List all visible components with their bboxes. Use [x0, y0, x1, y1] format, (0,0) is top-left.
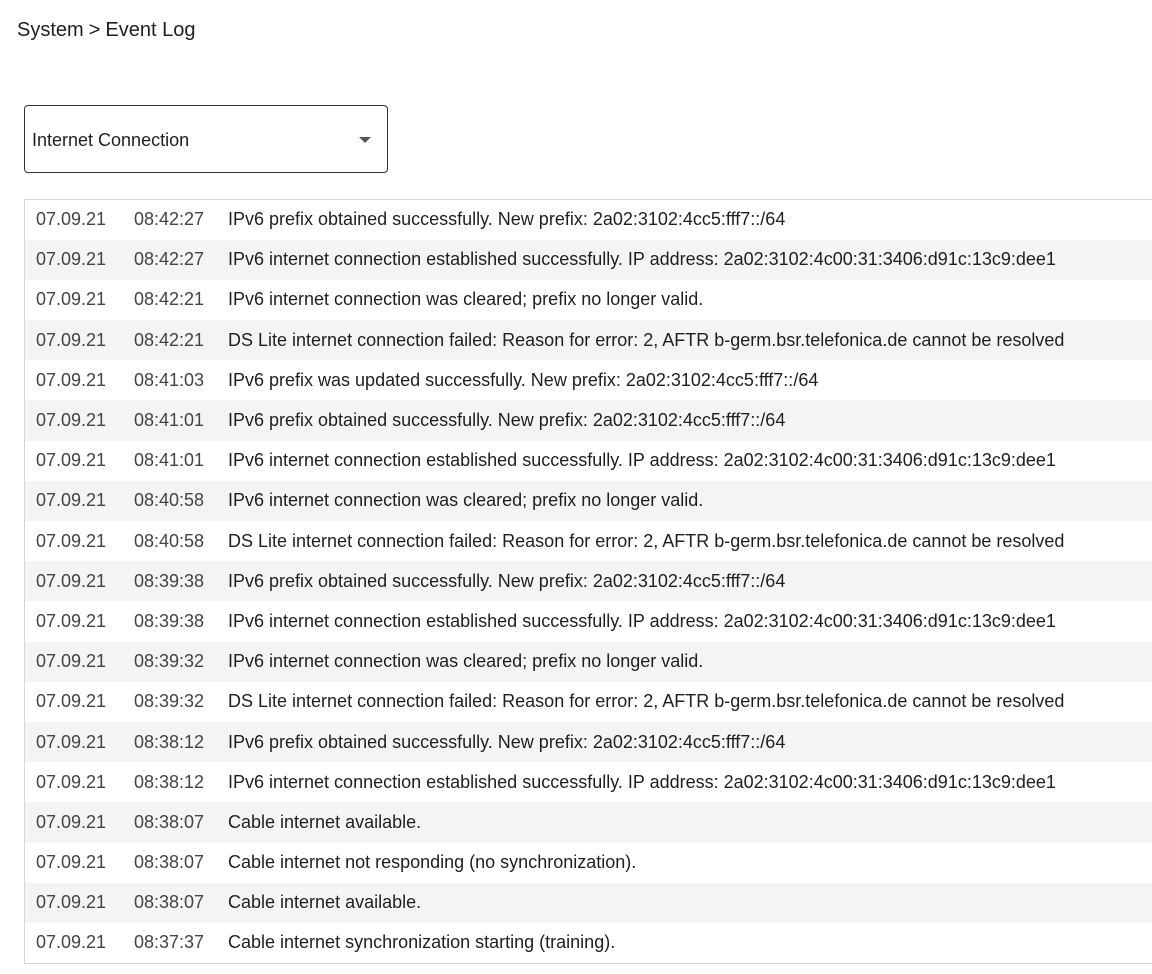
- log-date: 07.09.21: [36, 691, 107, 712]
- log-date: 07.09.21: [36, 209, 107, 230]
- log-time: 08:38:12: [134, 771, 205, 792]
- log-date: 07.09.21: [36, 651, 107, 672]
- log-row: 07.09.21 08:42:27 IPv6 prefix obtained suc…: [25, 200, 1152, 240]
- log-time: 08:39:32: [134, 651, 205, 672]
- log-date: 07.09.21: [36, 932, 107, 953]
- log-date: 07.09.21: [36, 610, 107, 631]
- log-time: 08:38:07: [134, 852, 205, 873]
- breadcrumb: System > Event Log: [17, 17, 195, 43]
- breadcrumb-current: Event Log: [105, 19, 196, 41]
- log-row: 07.09.21 08:39:32 DS Lite internet connect…: [25, 682, 1152, 722]
- log-date: 07.09.21: [36, 410, 107, 431]
- log-row: 07.09.21 08:38:12 IPv6 prefix obtained suc…: [24, 721, 1152, 763]
- log-row: 07.09.21 08:40:58 DS Lite internet connect…: [25, 521, 1152, 561]
- log-message: DS Lite internet connection failed: Reas…: [228, 530, 1065, 551]
- log-date: 07.09.21: [36, 490, 107, 511]
- log-message: IPv6 internet connection was cleared; pr…: [228, 289, 704, 310]
- log-time: 08:41:01: [134, 410, 205, 431]
- event-filter-value: Internet Connection: [32, 130, 190, 150]
- log-date: 07.09.21: [36, 450, 107, 471]
- log-time: 08:38:12: [134, 731, 205, 752]
- log-date: 07.09.21: [36, 289, 107, 310]
- event-filter-dropdown[interactable]: Internet Connection: [24, 105, 388, 173]
- log-time: 08:40:58: [134, 530, 205, 551]
- log-time: 08:41:03: [134, 369, 205, 390]
- log-date: 07.09.21: [36, 329, 107, 350]
- log-time: 08:42:27: [134, 249, 205, 270]
- log-message: IPv6 prefix obtained successfully. New p…: [228, 731, 786, 752]
- log-time: 08:38:07: [134, 811, 205, 832]
- log-date: 07.09.21: [36, 811, 107, 832]
- breadcrumb-separator: >: [88, 19, 101, 41]
- log-row: 07.09.21 08:38:07 Cable internet available…: [24, 882, 1152, 923]
- log-time: 08:39:32: [134, 691, 205, 712]
- log-row: 07.09.21 08:39:32 IPv6 internet connection…: [24, 641, 1152, 682]
- log-date: 07.09.21: [36, 249, 107, 270]
- log-message: IPv6 prefix was updated successfully. Ne…: [228, 369, 819, 390]
- log-date: 07.09.21: [36, 369, 107, 390]
- log-message: DS Lite internet connection failed: Reas…: [228, 329, 1065, 350]
- event-log-body: 07.09.21 08:42:27 IPv6 prefix obtained suc…: [24, 200, 1152, 964]
- log-date: 07.09.21: [36, 731, 107, 752]
- log-time: 08:42:21: [134, 329, 205, 350]
- log-row: 07.09.21 08:38:12 IPv6 internet connection…: [25, 762, 1152, 802]
- log-date: 07.09.21: [36, 570, 107, 591]
- log-message: IPv6 internet connection established suc…: [228, 771, 1056, 792]
- log-message: IPv6 prefix obtained successfully. New p…: [228, 209, 786, 230]
- log-row: 07.09.21 08:42:27 IPv6 internet connection…: [24, 239, 1152, 280]
- log-time: 08:41:01: [134, 450, 205, 471]
- log-time: 08:39:38: [134, 610, 205, 631]
- caret-down-icon: [359, 137, 371, 143]
- log-message: IPv6 internet connection established suc…: [228, 610, 1056, 631]
- log-row: 07.09.21 08:41:01 IPv6 internet connection…: [25, 441, 1152, 481]
- event-log-table: 07.09.21 08:42:27 IPv6 prefix obtained suc…: [24, 199, 1152, 964]
- log-row: 07.09.21 08:42:21 IPv6 internet connection…: [25, 280, 1152, 320]
- log-message: IPv6 internet connection was cleared; pr…: [228, 490, 704, 511]
- log-row: 07.09.21 08:40:58 IPv6 internet connection…: [24, 480, 1152, 521]
- log-message: IPv6 prefix obtained successfully. New p…: [228, 570, 786, 591]
- log-message: IPv6 internet connection was cleared; pr…: [228, 651, 704, 672]
- log-message: IPv6 prefix obtained successfully. New p…: [228, 410, 786, 431]
- log-date: 07.09.21: [36, 852, 107, 873]
- log-row: 07.09.21 08:37:37 Cable internet synchroni…: [25, 923, 1152, 963]
- log-time: 08:37:37: [134, 932, 205, 953]
- log-date: 07.09.21: [36, 771, 107, 792]
- log-row: 07.09.21 08:39:38 IPv6 prefix obtained suc…: [24, 561, 1152, 602]
- log-time: 08:40:58: [134, 490, 205, 511]
- log-message: Cable internet available.: [228, 892, 422, 913]
- log-date: 07.09.21: [36, 530, 107, 551]
- breadcrumb-parent-link[interactable]: System: [17, 19, 84, 41]
- log-date: 07.09.21: [36, 892, 107, 913]
- log-message: Cable internet synchronization starting …: [228, 932, 616, 953]
- log-message: Cable internet not responding (no synchr…: [228, 852, 637, 873]
- log-time: 08:42:21: [134, 289, 205, 310]
- log-message: IPv6 internet connection established suc…: [228, 450, 1056, 471]
- log-message: IPv6 internet connection established suc…: [228, 249, 1056, 270]
- log-row: 07.09.21 08:38:07 Cable internet available…: [24, 802, 1152, 843]
- log-time: 08:39:38: [134, 570, 205, 591]
- log-message: Cable internet available.: [228, 811, 422, 832]
- log-message: DS Lite internet connection failed: Reas…: [228, 691, 1065, 712]
- log-row: 07.09.21 08:39:38 IPv6 internet connection…: [25, 601, 1152, 641]
- log-row: 07.09.21 08:41:01 IPv6 prefix obtained suc…: [24, 400, 1152, 441]
- log-row: 07.09.21 08:42:21 DS Lite internet connect…: [24, 320, 1152, 361]
- log-row: 07.09.21 08:38:07 Cable internet not respo…: [25, 843, 1152, 883]
- log-time: 08:38:07: [134, 892, 205, 913]
- log-row: 07.09.21 08:41:03 IPv6 prefix was updated …: [25, 360, 1152, 400]
- log-time: 08:42:27: [134, 209, 205, 230]
